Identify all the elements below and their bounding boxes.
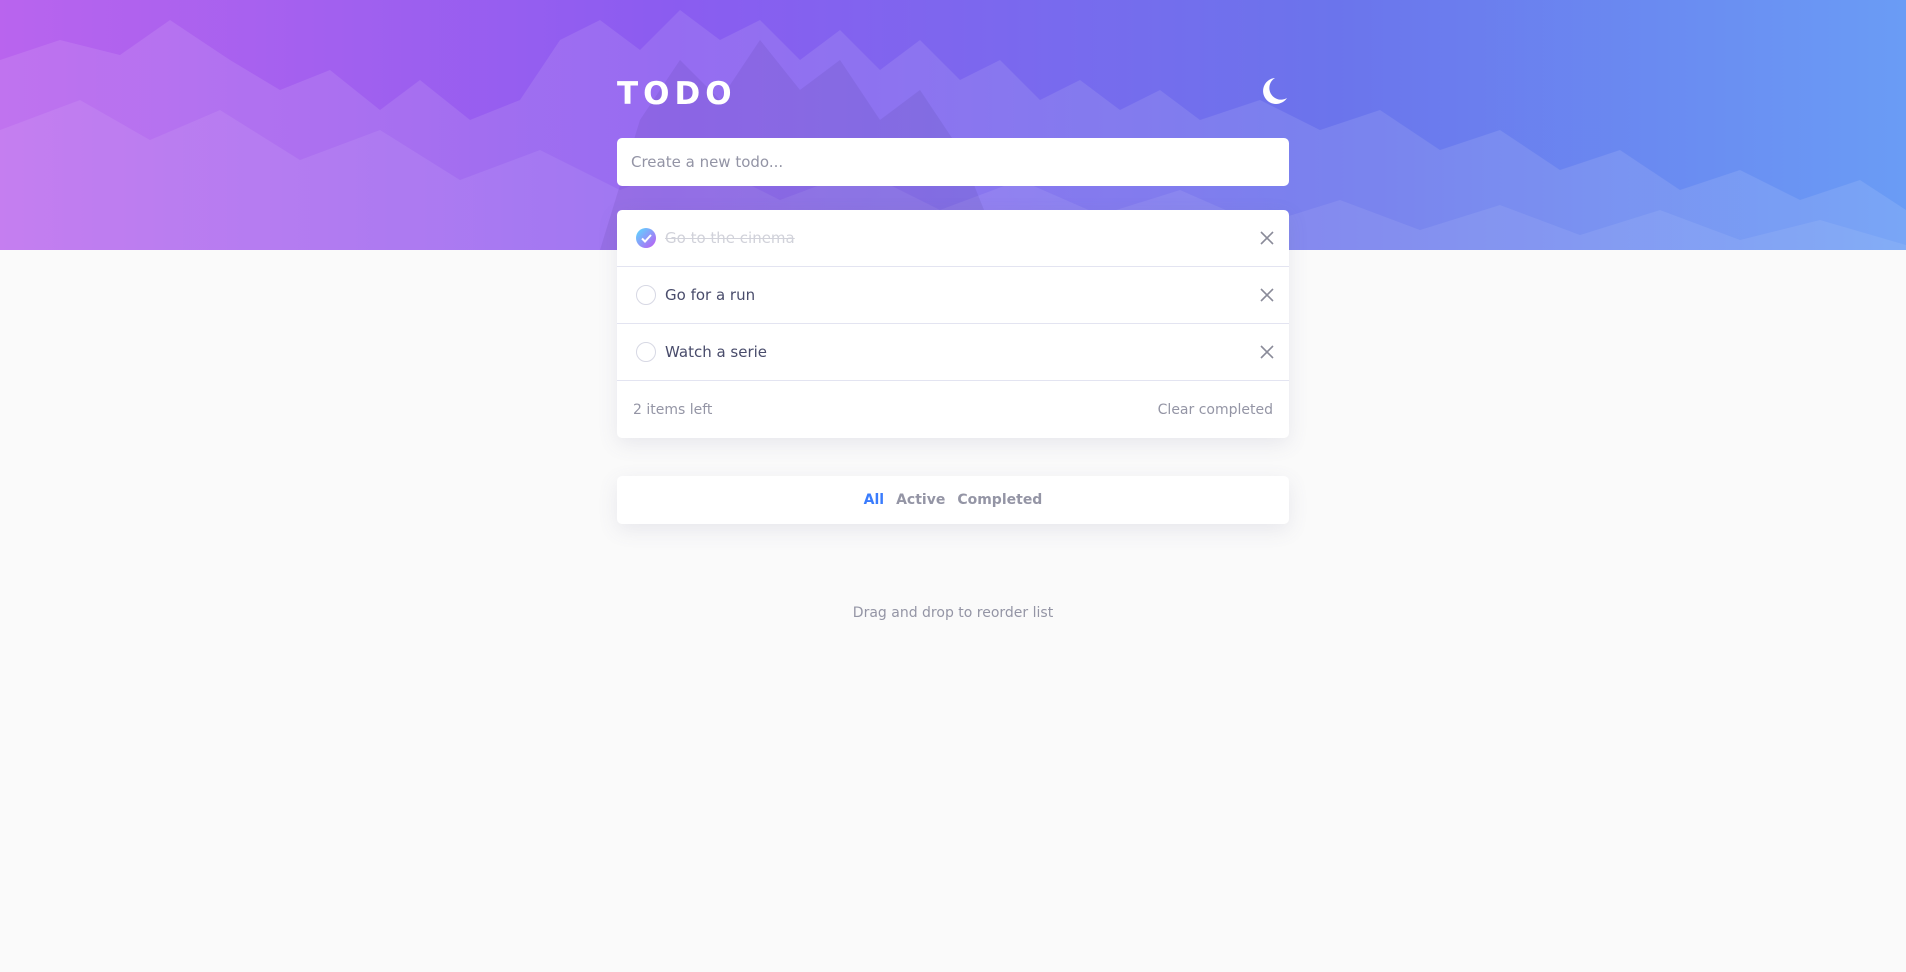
new-todo-input[interactable]: [629, 152, 1277, 172]
app-title: TODO: [617, 76, 737, 112]
todo-item[interactable]: Go for a run: [617, 267, 1289, 324]
delete-todo-button[interactable]: [1259, 344, 1275, 360]
todo-checkbox-checked[interactable]: [636, 228, 656, 248]
clear-completed-button[interactable]: Clear completed: [1158, 402, 1273, 418]
todo-text: Go for a run: [665, 286, 756, 304]
close-icon: [1260, 288, 1274, 302]
app-header: TODO: [617, 74, 1289, 114]
todo-text: Go to the cinema: [665, 229, 795, 247]
filter-all[interactable]: All: [864, 492, 884, 508]
reorder-hint: Drag and drop to reorder list: [852, 605, 1054, 621]
theme-toggle-button[interactable]: [1259, 74, 1289, 108]
filter-completed[interactable]: Completed: [957, 492, 1042, 508]
moon-icon: [1263, 78, 1287, 104]
filter-active[interactable]: Active: [896, 492, 945, 508]
close-icon: [1260, 345, 1274, 359]
delete-todo-button[interactable]: [1259, 230, 1275, 246]
close-icon: [1260, 231, 1274, 245]
check-icon: [640, 233, 652, 243]
todo-text: Watch a serie: [665, 343, 768, 361]
todo-checkbox[interactable]: [636, 285, 656, 305]
new-todo-field[interactable]: [617, 138, 1289, 186]
filter-bar: All Active Completed: [617, 476, 1289, 524]
todo-item[interactable]: Watch a serie: [617, 324, 1289, 381]
list-footer: 2 items left Clear completed: [617, 381, 1289, 438]
items-left-count: 2 items left: [633, 401, 713, 418]
delete-todo-button[interactable]: [1259, 287, 1275, 303]
todo-item[interactable]: Go to the cinema: [617, 210, 1289, 267]
todo-list: Go to the cinema Go for a run Watch a se…: [617, 210, 1289, 438]
todo-checkbox[interactable]: [636, 342, 656, 362]
